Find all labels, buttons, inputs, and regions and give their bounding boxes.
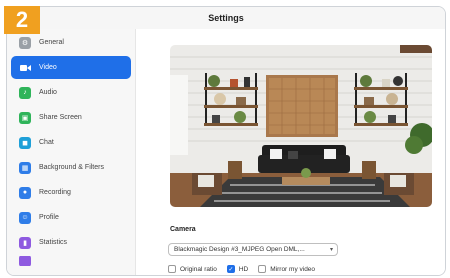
title-bar: Settings [7,7,445,30]
hd-checkbox[interactable]: ✓ [226,265,235,273]
sidebar-item-label: Recording [39,189,71,196]
original-ratio-label: Original ratio [180,265,217,273]
sidebar-item-statistics[interactable]: ▮ Statistics [11,231,131,254]
mirror-video-label: Mirror my video [270,265,316,273]
background-icon: ▦ [19,161,31,174]
statistics-icon: ▮ [19,236,31,249]
sidebar-item-label: General [39,39,64,46]
hd-option[interactable]: ✓ HD [226,265,249,273]
sidebar-item-general[interactable]: ⚙ General [11,31,131,54]
sidebar-item-chat[interactable]: ◼ Chat [11,131,131,154]
mirror-video-checkbox[interactable] [258,265,267,273]
mirror-video-option[interactable]: Mirror my video [258,265,315,273]
sidebar-item-label: Background & Filters [39,164,104,171]
sidebar-item-label: Audio [39,89,57,96]
sidebar-item-label: Statistics [39,239,68,246]
sidebar-item-recording[interactable]: ● Recording [11,181,131,204]
hd-label: HD [238,265,249,273]
sidebar-item-profile[interactable]: ☺ Profile [11,206,131,229]
sidebar-item-background-filters[interactable]: ▦ Background & Filters [11,156,131,179]
video-settings-panel: Camera Blackmagic Design #3_MJPEG Open D… [136,29,445,275]
camera-label: Camera [170,226,196,233]
camera-preview-image [170,45,432,207]
video-options: Original ratio ✓ HD Mirror my video [168,265,325,273]
gear-icon: ⚙ [19,36,31,49]
sidebar-item-label: Share Screen [39,114,82,121]
video-camera-icon [19,62,31,74]
camera-preview [170,45,432,207]
sidebar-item-partial[interactable] [11,256,131,266]
step-number-badge: 2 [4,6,40,34]
camera-select[interactable]: Blackmagic Design #3_MJPEG Open DML,... … [168,243,338,256]
sidebar-item-video[interactable]: Video [11,56,131,79]
sidebar-item-share-screen[interactable]: ▣ Share Screen [11,106,131,129]
headphones-icon: ♪ [19,86,31,99]
camera-select-value: Blackmagic Design #3_MJPEG Open DML,... [174,246,305,253]
recording-icon: ● [19,186,31,199]
keyboard-icon [19,256,31,266]
share-screen-icon: ▣ [19,111,31,124]
chevron-down-icon: ▾ [329,247,333,253]
original-ratio-option[interactable]: Original ratio [168,265,217,273]
settings-window: Settings ⚙ General Video ♪ Audio ▣ Share… [6,6,446,276]
sidebar-item-audio[interactable]: ♪ Audio [11,81,131,104]
sidebar-item-label: Profile [39,214,59,221]
chat-icon: ◼ [19,136,31,149]
window-title: Settings [208,13,244,23]
settings-sidebar: ⚙ General Video ♪ Audio ▣ Share Screen ◼… [7,29,136,275]
profile-icon: ☺ [19,211,31,224]
original-ratio-checkbox[interactable] [168,265,176,273]
sidebar-item-label: Video [39,64,57,71]
sidebar-item-label: Chat [39,139,54,146]
